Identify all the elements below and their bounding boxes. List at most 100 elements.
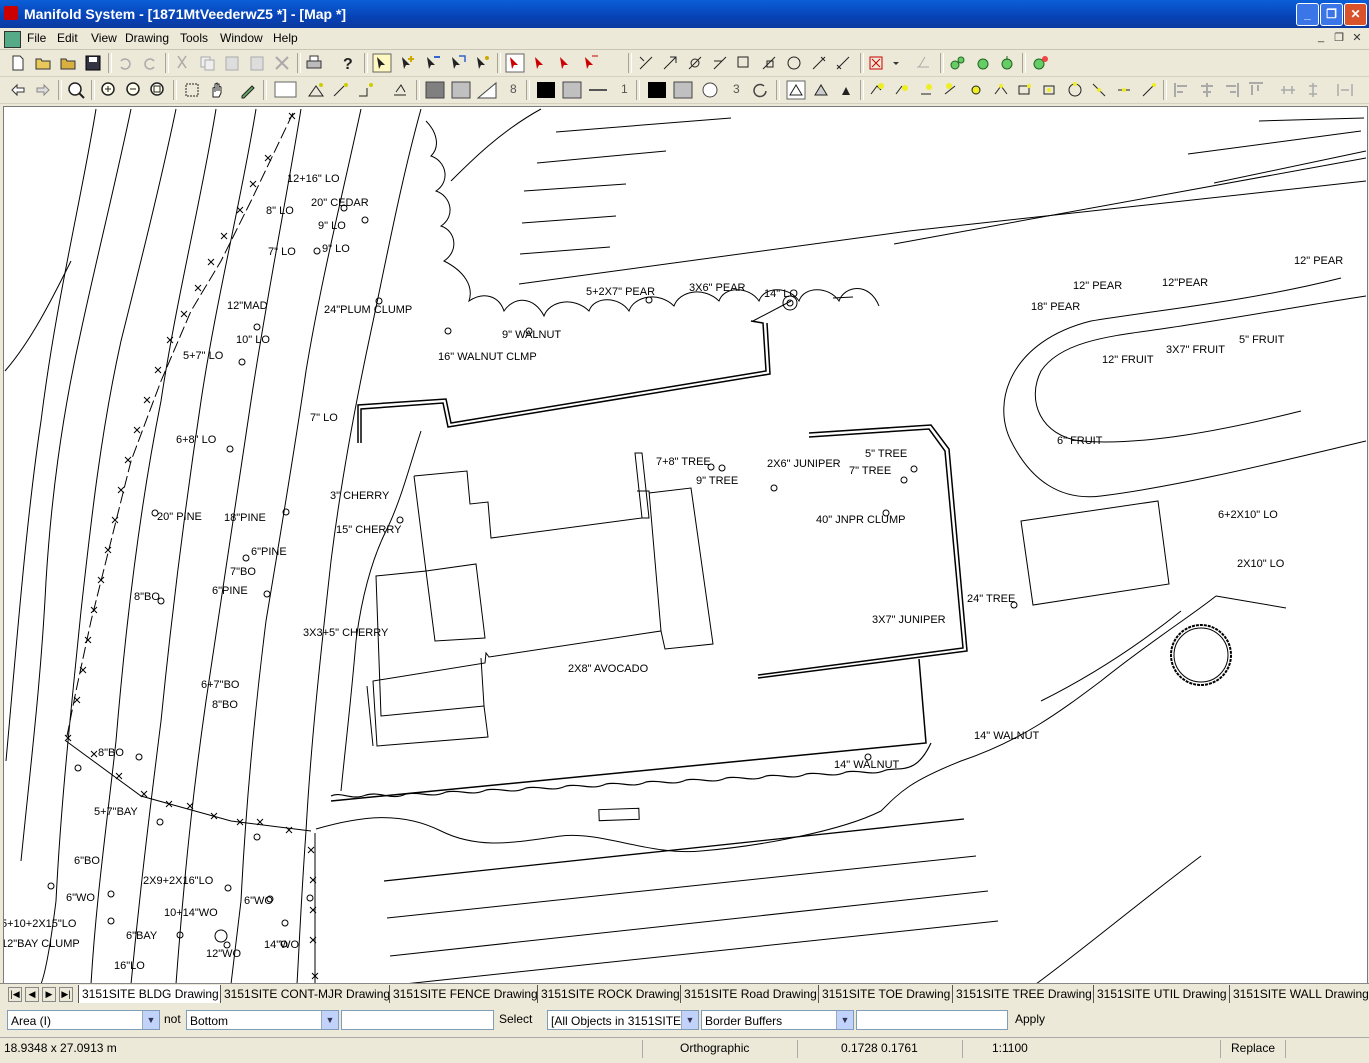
new-icon[interactable] (8, 53, 28, 73)
transform-param-input[interactable] (856, 1010, 1008, 1030)
line-style-icon[interactable] (588, 80, 608, 100)
snap-tool-2-icon[interactable] (892, 80, 912, 100)
chevron-down-icon[interactable]: ▼ (836, 1011, 853, 1029)
snap-tool-11-icon[interactable] (1114, 80, 1134, 100)
transform-select[interactable]: Border Buffers ▼ (701, 1010, 854, 1030)
line-color-gray-swatch[interactable] (562, 80, 582, 100)
select-area-icon[interactable] (447, 53, 467, 73)
format-tool-1-icon[interactable] (306, 80, 326, 100)
redo-icon[interactable] (140, 53, 160, 73)
select-mode-icon[interactable] (372, 53, 392, 73)
align-top-icon[interactable] (1246, 80, 1266, 100)
edit-tool-9-icon[interactable] (833, 53, 853, 73)
layer-tool-3-icon[interactable] (997, 53, 1017, 73)
distribute-v-icon[interactable] (1303, 80, 1323, 100)
menu-edit[interactable]: Edit (57, 31, 78, 45)
menu-file[interactable]: File (27, 31, 46, 45)
rotate-icon[interactable] (750, 80, 770, 100)
tab-wall-drawing[interactable]: 3151SITE WALL Drawing (1229, 985, 1369, 1003)
edit-tool-5-icon[interactable] (734, 53, 754, 73)
select-poly-icon[interactable] (555, 53, 575, 73)
app-icon[interactable] (4, 6, 18, 20)
pan-hand-icon[interactable] (207, 80, 227, 100)
format-tool-2-icon[interactable] (331, 80, 351, 100)
document-icon[interactable] (4, 31, 21, 48)
layer-tool-4-icon[interactable] (1030, 53, 1050, 73)
tab-next-button[interactable]: ▶ (42, 987, 56, 1002)
menu-drawing[interactable]: Drawing (125, 31, 169, 45)
edit-tool-1-icon[interactable] (636, 53, 656, 73)
edit-tool-4-icon[interactable] (710, 53, 730, 73)
snap-tool-1-icon[interactable] (867, 80, 887, 100)
tab-tree-drawing[interactable]: 3151SITE TREE Drawing (952, 985, 1093, 1003)
select-circle-icon[interactable] (530, 53, 550, 73)
menu-help[interactable]: Help (273, 31, 298, 45)
chevron-down-icon[interactable]: ▼ (681, 1011, 698, 1029)
query-select[interactable]: Area (I) ▼ (7, 1010, 160, 1030)
minimize-button[interactable]: _ (1296, 3, 1319, 26)
line-color-black-swatch[interactable] (536, 80, 556, 100)
copy-icon[interactable] (197, 53, 217, 73)
snap-tool-10-icon[interactable] (1089, 80, 1109, 100)
undo-icon[interactable] (115, 53, 135, 73)
maximize-button[interactable]: ❐ (1320, 3, 1343, 26)
snap-tool-6-icon[interactable] (991, 80, 1011, 100)
tab-prev-button[interactable]: ◀ (25, 987, 39, 1002)
tab-util-drawing[interactable]: 3151SITE UTIL Drawing (1093, 985, 1229, 1003)
zoom-box-icon[interactable] (182, 80, 202, 100)
layer-tool-1-icon[interactable] (948, 53, 968, 73)
cut-icon[interactable] (172, 53, 192, 73)
space-evenly-icon[interactable] (1335, 80, 1355, 100)
format-tool-4-icon[interactable] (390, 80, 410, 100)
open-folder-icon[interactable] (58, 53, 78, 73)
scope-select[interactable]: [All Objects in 3151SITE I ▼ (547, 1010, 699, 1030)
apply-button[interactable]: Apply (1015, 1012, 1045, 1026)
snap-tool-3-icon[interactable] (917, 80, 937, 100)
mdi-close-button[interactable]: ✕ (1349, 31, 1365, 45)
tab-rock-drawing[interactable]: 3151SITE ROCK Drawing (537, 985, 680, 1003)
delete-icon[interactable] (272, 53, 292, 73)
paste-icon[interactable] (222, 53, 242, 73)
label-tool-1-icon[interactable] (786, 80, 806, 100)
layer-tool-2-icon[interactable] (973, 53, 993, 73)
tab-first-button[interactable]: |◀ (8, 987, 22, 1002)
chevron-down-icon[interactable]: ▼ (142, 1011, 159, 1029)
edit-pen-icon[interactable] (238, 80, 258, 100)
area-fill-light-swatch[interactable] (451, 80, 471, 100)
close-button[interactable]: ✕ (1344, 3, 1367, 26)
back-arrow-icon[interactable] (8, 80, 28, 100)
menu-tools[interactable]: Tools (180, 31, 208, 45)
point-color-black-swatch[interactable] (647, 80, 667, 100)
select-line-icon[interactable] (422, 53, 442, 73)
align-right-icon[interactable] (1221, 80, 1241, 100)
snap-tool-4-icon[interactable] (941, 80, 961, 100)
snap-tool-9-icon[interactable] (1065, 80, 1085, 100)
chevron-down-icon[interactable]: ▼ (321, 1011, 338, 1029)
print-icon[interactable] (304, 53, 324, 73)
zoom-window-icon[interactable] (148, 80, 168, 100)
mdi-minimize-button[interactable]: _ (1313, 31, 1329, 45)
edit-tool-6-icon[interactable] (759, 53, 779, 73)
disabled-tool-icon[interactable] (913, 53, 933, 73)
add-select-icon[interactable] (397, 53, 417, 73)
position-select[interactable]: Bottom ▼ (186, 1010, 339, 1030)
tab-cont-mjr-drawing[interactable]: 3151SITE CONT-MJR Drawing (220, 985, 390, 1003)
tab-bldg-drawing[interactable]: 3151SITE BLDG Drawing (78, 985, 220, 1003)
edit-tool-8-icon[interactable] (809, 53, 829, 73)
select-box-icon[interactable] (505, 53, 525, 73)
edit-tool-7-icon[interactable] (784, 53, 804, 73)
menu-view[interactable]: View (91, 31, 117, 45)
snap-tool-5-icon[interactable] (966, 80, 986, 100)
color-swatch-white[interactable] (274, 80, 298, 100)
open-icon[interactable] (33, 53, 53, 73)
align-center-icon[interactable] (1197, 80, 1217, 100)
select-lasso-icon[interactable] (580, 53, 600, 73)
tab-last-button[interactable]: ▶| (59, 987, 73, 1002)
help-icon[interactable]: ? (338, 53, 358, 73)
edit-tool-2-icon[interactable] (660, 53, 680, 73)
select-button[interactable]: Select (499, 1012, 532, 1026)
area-fill-dark-swatch[interactable] (425, 80, 445, 100)
snap-tool-8-icon[interactable] (1040, 80, 1060, 100)
point-color-gray-swatch[interactable] (673, 80, 693, 100)
dropdown-arrow-icon[interactable] (888, 53, 908, 73)
